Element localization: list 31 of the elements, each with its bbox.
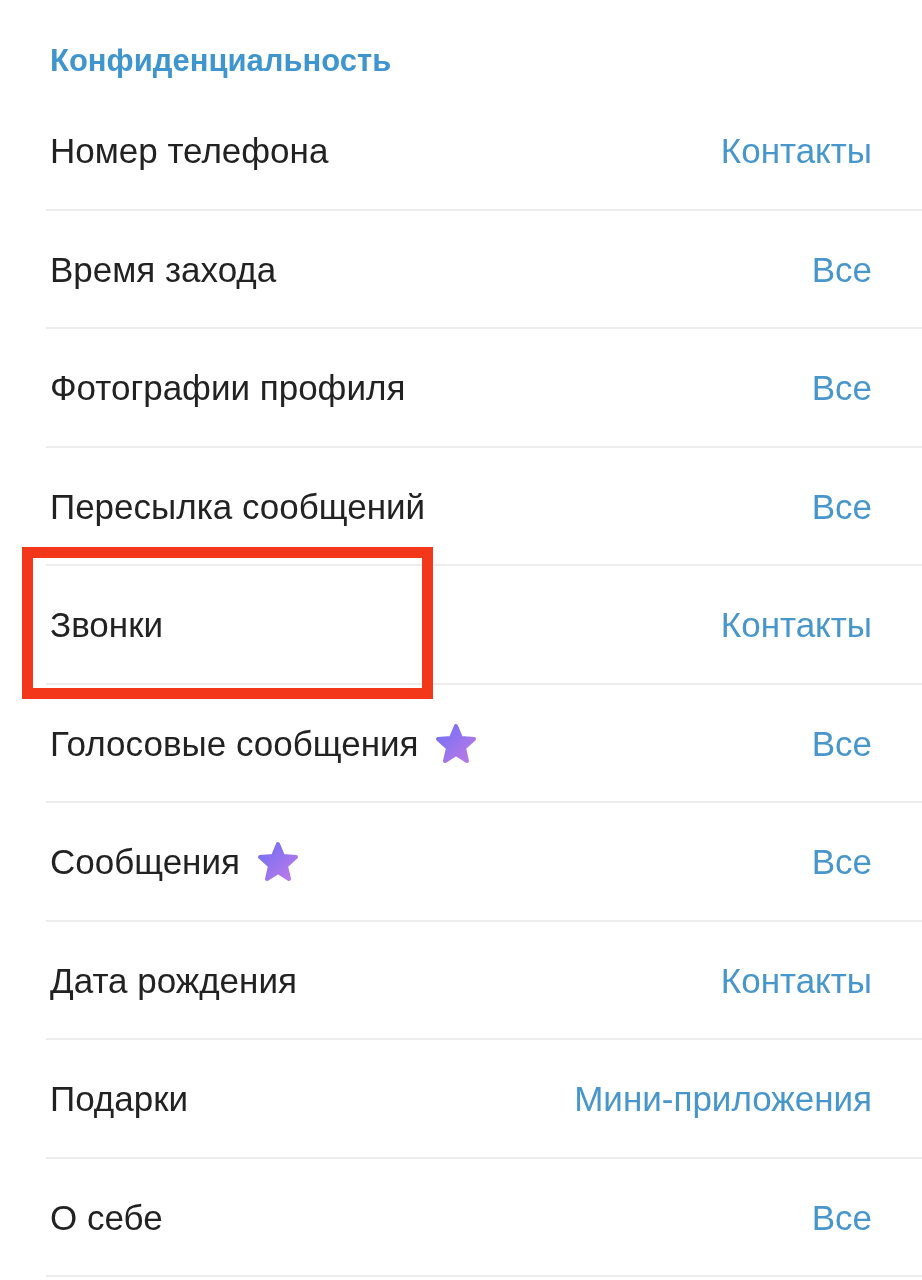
row-label: Сообщения [50,842,240,883]
row-value: Контакты [720,605,872,646]
row-value: Все [811,723,872,764]
row-value: Все [811,368,872,409]
settings-row[interactable]: О себе Все [0,1158,922,1277]
settings-row[interactable]: Сообщения Все [0,803,922,922]
row-label: Дата рождения [50,960,297,1001]
row-value: Все [811,249,872,290]
row-label: Фотографии профиля [50,368,406,409]
settings-row[interactable]: Подарки Мини-приложения [0,1040,922,1159]
row-value: Контакты [720,131,872,172]
settings-row[interactable]: Номер телефона Контакты [0,92,922,211]
row-value: Контакты [720,960,872,1001]
settings-row[interactable]: Звонки Контакты [0,566,922,685]
settings-row[interactable]: Пересылка сообщений Все [0,447,922,566]
row-value: Все [811,486,872,527]
row-label: Время захода [50,249,277,290]
row-label: Пересылка сообщений [50,486,426,527]
row-label: О себе [50,1197,163,1238]
settings-row[interactable]: Фотографии профиля Все [0,329,922,448]
row-label: Подарки [50,1079,189,1120]
settings-row[interactable]: Время захода Все [0,210,922,329]
section-title: Конфиденциальность [50,43,392,79]
settings-row[interactable]: Дата рождения Контакты [0,921,922,1040]
row-label: Номер телефона [50,131,329,172]
row-label: Голосовые сообщения [50,723,419,764]
settings-row[interactable]: Голосовые сообщения Все [0,684,922,803]
row-label: Звонки [50,605,163,646]
row-value: Все [811,1197,872,1238]
row-value: Все [811,842,872,883]
row-value: Мини-приложения [574,1079,872,1120]
